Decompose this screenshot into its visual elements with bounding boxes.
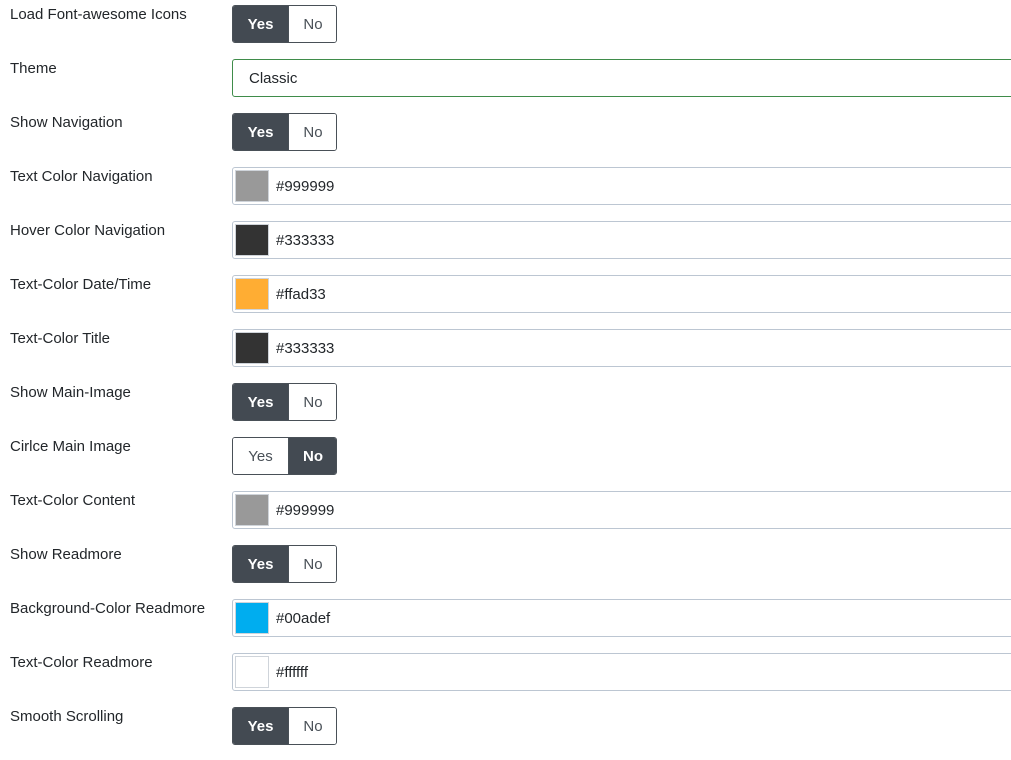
setting-label: Text-Color Date/Time xyxy=(10,276,152,293)
no-option[interactable]: No xyxy=(288,708,336,744)
show-main-image-toggle[interactable]: Yes No xyxy=(232,383,337,421)
color-value: #333333 xyxy=(276,339,335,357)
color-value: #333333 xyxy=(276,231,335,249)
setting-label: Show Readmore xyxy=(10,546,122,563)
yes-option[interactable]: Yes xyxy=(233,114,288,150)
no-option[interactable]: No xyxy=(288,546,336,582)
setting-row-smooth-scrolling: Smooth Scrolling Yes No xyxy=(0,702,1011,756)
setting-row-show-navigation: Show Navigation Yes No xyxy=(0,108,1011,162)
no-option[interactable]: No xyxy=(288,6,336,42)
setting-row-text-color-title: Text-Color Title #333333 xyxy=(0,324,1011,378)
setting-row-hover-color-navigation: Hover Color Navigation #333333 xyxy=(0,216,1011,270)
yes-option[interactable]: Yes xyxy=(233,438,288,474)
yes-option[interactable]: Yes xyxy=(233,384,288,420)
theme-selected-value: Classic xyxy=(249,69,298,87)
setting-row-circle-main-image: Cirlce Main Image Yes No xyxy=(0,432,1011,486)
background-color-readmore-field[interactable]: #00adef xyxy=(232,599,1011,637)
color-value: #999999 xyxy=(276,177,335,195)
setting-row-background-color-readmore: Background-Color Readmore #00adef xyxy=(0,594,1011,648)
load-font-awesome-toggle[interactable]: Yes No xyxy=(232,5,337,43)
show-readmore-toggle[interactable]: Yes No xyxy=(232,545,337,583)
yes-option[interactable]: Yes xyxy=(233,546,288,582)
text-color-content-field[interactable]: #999999 xyxy=(232,491,1011,529)
setting-row-show-main-image: Show Main-Image Yes No xyxy=(0,378,1011,432)
color-value: #999999 xyxy=(276,501,335,519)
theme-select[interactable]: Classic xyxy=(232,59,1011,97)
color-swatch[interactable] xyxy=(235,494,269,526)
text-color-date-time-field[interactable]: #ffad33 xyxy=(232,275,1011,313)
setting-label: Smooth Scrolling xyxy=(10,708,124,725)
text-color-navigation-field[interactable]: #999999 xyxy=(232,167,1011,205)
color-value: #ffad33 xyxy=(276,285,326,303)
setting-label: Show Main-Image xyxy=(10,384,131,401)
setting-label: Background-Color Readmore xyxy=(10,600,206,617)
setting-label: Cirlce Main Image xyxy=(10,438,131,455)
setting-row-text-color-navigation: Text Color Navigation #999999 xyxy=(0,162,1011,216)
show-navigation-toggle[interactable]: Yes No xyxy=(232,113,337,151)
setting-label: Text Color Navigation xyxy=(10,168,153,185)
setting-label: Theme xyxy=(10,60,57,77)
color-swatch[interactable] xyxy=(235,224,269,256)
hover-color-navigation-field[interactable]: #333333 xyxy=(232,221,1011,259)
setting-row-text-color-content: Text-Color Content #999999 xyxy=(0,486,1011,540)
color-swatch[interactable] xyxy=(235,170,269,202)
setting-row-text-color-readmore: Text-Color Readmore #ffffff xyxy=(0,648,1011,702)
setting-label: Show Navigation xyxy=(10,114,123,131)
no-option[interactable]: No xyxy=(288,114,336,150)
setting-row-text-color-date-time: Text-Color Date/Time #ffad33 xyxy=(0,270,1011,324)
text-color-title-field[interactable]: #333333 xyxy=(232,329,1011,367)
setting-label: Text-Color Readmore xyxy=(10,654,153,671)
setting-row-load-font-awesome: Load Font-awesome Icons Yes No xyxy=(0,0,1011,54)
yes-option[interactable]: Yes xyxy=(233,6,288,42)
setting-row-theme: Theme Classic xyxy=(0,54,1011,108)
no-option[interactable]: No xyxy=(288,438,336,474)
setting-row-show-readmore: Show Readmore Yes No xyxy=(0,540,1011,594)
setting-label: Text-Color Title xyxy=(10,330,111,347)
setting-label: Load Font-awesome Icons xyxy=(10,6,187,23)
color-value: #ffffff xyxy=(276,663,308,681)
text-color-readmore-field[interactable]: #ffffff xyxy=(232,653,1011,691)
color-swatch[interactable] xyxy=(235,602,269,634)
no-option[interactable]: No xyxy=(288,384,336,420)
setting-label: Text-Color Content xyxy=(10,492,136,509)
circle-main-image-toggle[interactable]: Yes No xyxy=(232,437,337,475)
color-swatch[interactable] xyxy=(235,278,269,310)
smooth-scrolling-toggle[interactable]: Yes No xyxy=(232,707,337,745)
yes-option[interactable]: Yes xyxy=(233,708,288,744)
color-swatch[interactable] xyxy=(235,656,269,688)
color-swatch[interactable] xyxy=(235,332,269,364)
color-value: #00adef xyxy=(276,609,331,627)
setting-label: Hover Color Navigation xyxy=(10,222,166,239)
